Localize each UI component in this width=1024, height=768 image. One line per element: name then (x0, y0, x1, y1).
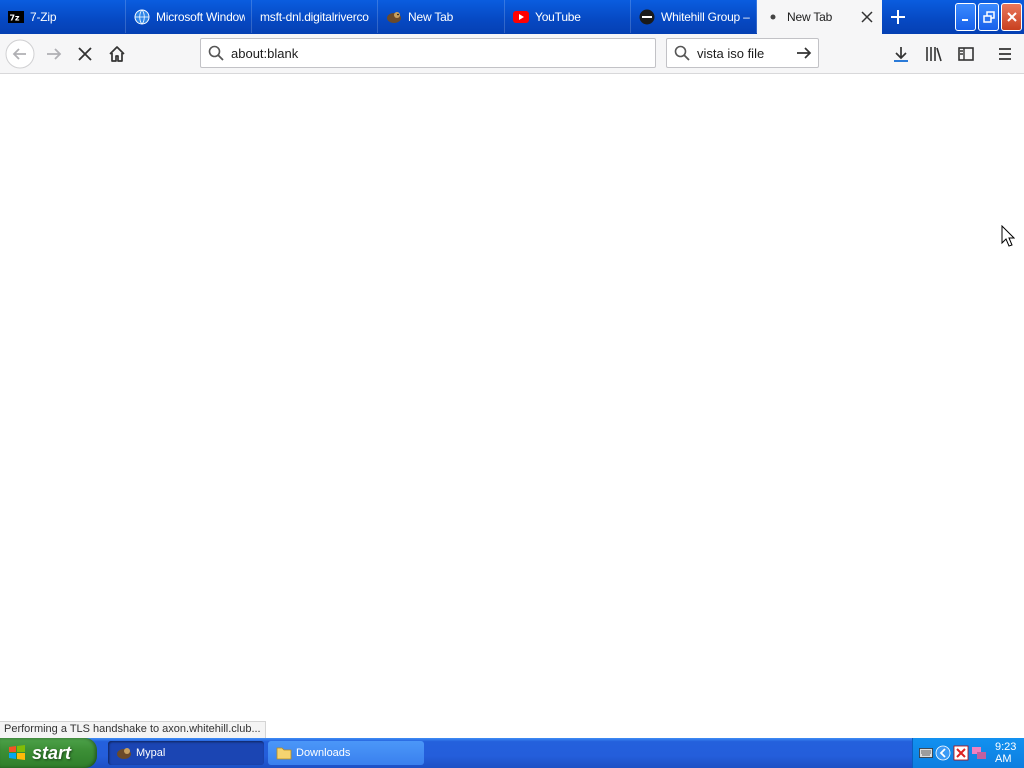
tab-youtube[interactable]: YouTube (505, 0, 631, 33)
library-button[interactable] (918, 38, 950, 70)
taskbar-item-label: Mypal (136, 747, 166, 759)
library-icon (926, 47, 942, 62)
forward-button[interactable] (38, 38, 70, 70)
sidebar-icon (958, 47, 974, 61)
mypal-icon (116, 745, 132, 761)
home-button[interactable] (101, 38, 133, 70)
search-go-button[interactable] (790, 39, 818, 67)
tab-7zip[interactable]: 7z 7-Zip (0, 0, 126, 33)
start-label: start (32, 742, 72, 763)
address-text[interactable]: about:blank (231, 46, 298, 61)
status-panel: Performing a TLS handshake to axon.white… (0, 721, 266, 738)
taskbar-item-downloads[interactable]: Downloads (268, 741, 424, 765)
plus-icon (891, 9, 905, 24)
new-tab-button[interactable] (882, 0, 914, 33)
tab-new-tab-active[interactable]: New Tab (757, 0, 882, 34)
tab-label: New Tab (787, 10, 833, 24)
page-content[interactable] (0, 74, 1024, 738)
youtube-icon (513, 9, 529, 25)
back-arrow-icon (5, 39, 35, 69)
downloads-button[interactable] (885, 38, 917, 70)
clock[interactable]: 9:23 AM (995, 741, 1024, 765)
mouse-cursor-icon (1001, 224, 1016, 252)
navigation-toolbar: about:blank vista iso file (0, 34, 1024, 74)
network-icon[interactable] (971, 745, 987, 761)
windows-logo-icon (9, 745, 25, 760)
window-controls (955, 3, 1022, 31)
folder-icon (276, 745, 292, 761)
minimize-button[interactable] (955, 3, 976, 31)
stop-x-icon (78, 47, 92, 61)
menu-button[interactable] (989, 38, 1021, 70)
search-icon (201, 39, 231, 67)
minimize-icon (961, 19, 968, 21)
back-button[interactable] (4, 38, 36, 70)
forward-arrow-icon (47, 48, 62, 60)
restore-icon (982, 11, 995, 23)
sidebar-button[interactable] (950, 38, 982, 70)
tab-microsoft-windows[interactable]: Microsoft Window (126, 0, 252, 33)
tab-msft-dnl[interactable]: msft-dnl.digitalriverco (252, 0, 378, 33)
tab-label: New Tab (408, 9, 454, 24)
loading-dot-icon (765, 9, 781, 25)
tab-whitehill-group[interactable]: Whitehill Group – (631, 0, 757, 33)
taskbar: start Mypal Downloads 9:23 AM (0, 738, 1024, 768)
arrow-right-icon (797, 47, 812, 59)
tab-label: Whitehill Group – (661, 9, 750, 24)
search-icon (667, 39, 697, 67)
security-alert-icon[interactable] (953, 745, 969, 761)
keyboard-icon[interactable] (919, 745, 933, 761)
tab-label: YouTube (535, 9, 581, 24)
stop-button[interactable] (69, 38, 101, 70)
hamburger-menu-icon (999, 48, 1011, 60)
system-tray: 9:23 AM (912, 738, 1024, 768)
address-bar[interactable]: about:blank (200, 38, 656, 68)
close-icon (1006, 12, 1017, 22)
tab-label: msft-dnl.digitalriverco (260, 9, 369, 24)
restore-button[interactable] (978, 3, 999, 31)
taskbar-item-label: Downloads (296, 747, 351, 759)
close-window-button[interactable] (1001, 3, 1022, 31)
svg-text:7z: 7z (10, 13, 20, 22)
start-button[interactable]: start (0, 738, 97, 768)
screen: 7z 7-Zip Microsoft Window msft-dnl.digit… (0, 0, 1024, 768)
whitehill-icon (639, 9, 655, 25)
tab-label: Microsoft Window (156, 9, 245, 24)
globe-icon (134, 9, 150, 25)
home-icon (109, 46, 125, 62)
tab-new-tab-1[interactable]: New Tab (378, 0, 505, 33)
search-bar[interactable]: vista iso file (666, 38, 819, 68)
7zip-icon: 7z (8, 9, 24, 25)
tab-label: 7-Zip (30, 9, 57, 24)
download-icon (894, 47, 908, 62)
tab-bar: 7z 7-Zip Microsoft Window msft-dnl.digit… (0, 0, 1024, 34)
close-tab-icon[interactable] (858, 8, 876, 26)
mypal-icon (386, 9, 402, 25)
chevron-left-icon[interactable] (935, 745, 951, 761)
search-text[interactable]: vista iso file (697, 46, 790, 61)
taskbar-item-mypal[interactable]: Mypal (108, 741, 264, 765)
